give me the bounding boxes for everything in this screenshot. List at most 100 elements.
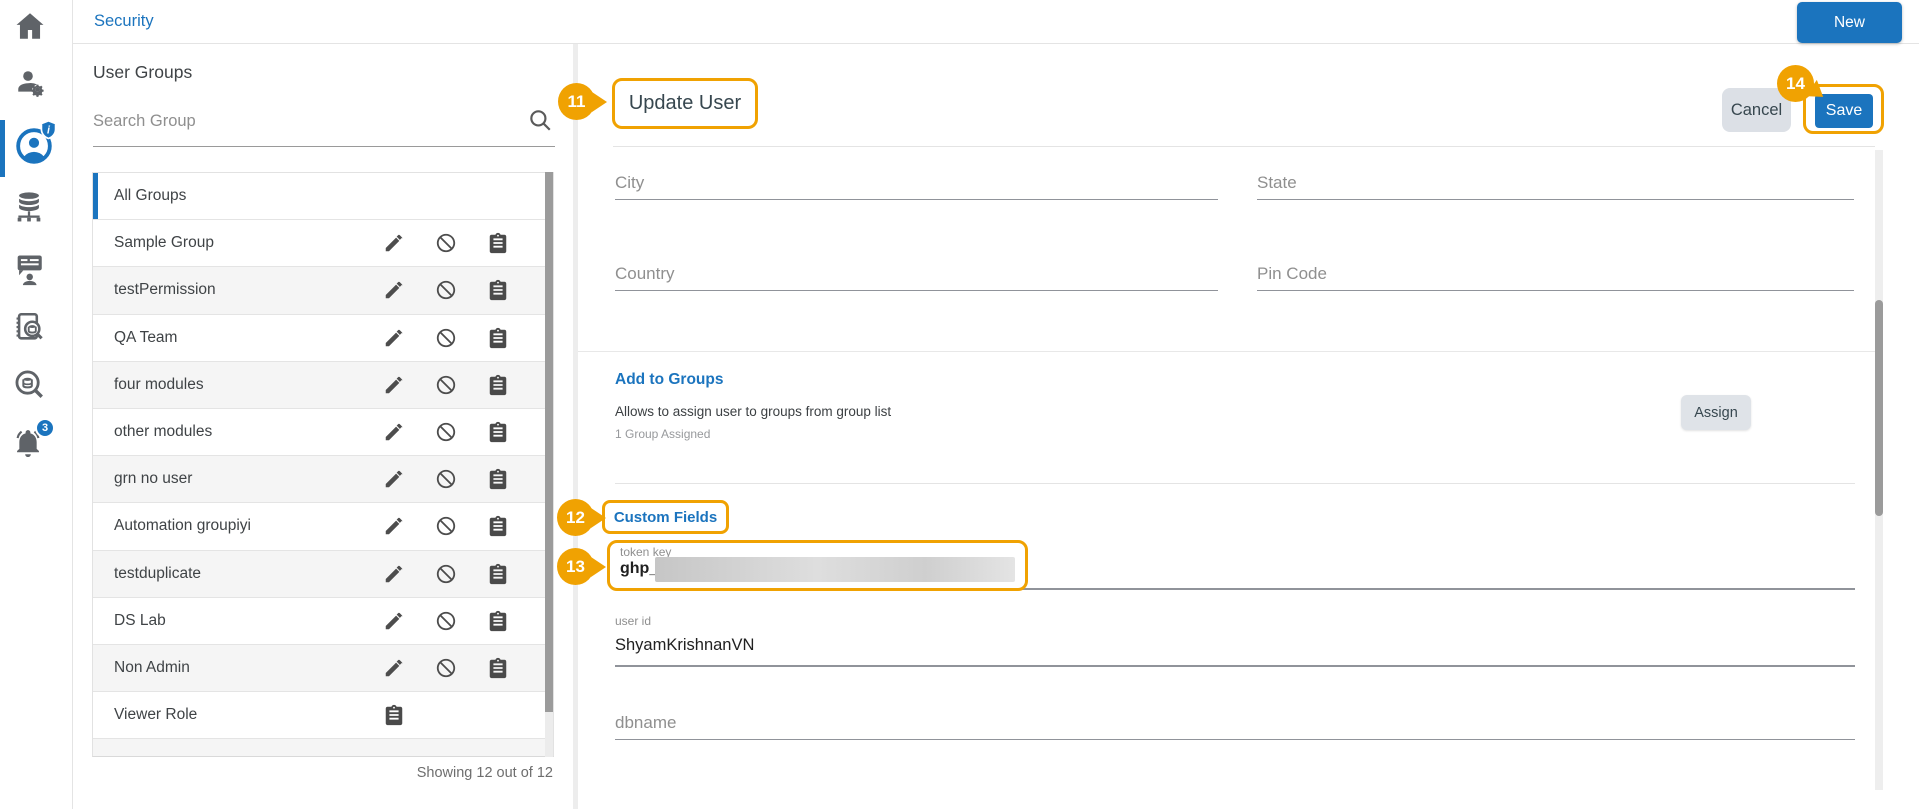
permissions-icon[interactable] <box>487 657 509 679</box>
permissions-icon[interactable] <box>487 468 509 490</box>
disable-icon[interactable] <box>435 610 457 632</box>
permissions-icon[interactable] <box>487 327 509 349</box>
security-icon[interactable]: i <box>14 119 57 166</box>
data-search-icon[interactable] <box>11 366 47 402</box>
group-name: testPermission <box>114 281 216 299</box>
assign-button[interactable]: Assign <box>1681 395 1751 430</box>
permissions-icon[interactable] <box>487 421 509 443</box>
group-row[interactable]: Sample Group <box>93 220 553 268</box>
add-to-groups-link[interactable]: Add to Groups <box>615 371 724 389</box>
home-icon[interactable] <box>12 8 48 44</box>
edit-icon[interactable] <box>383 610 405 632</box>
group-name: Sample Group <box>114 234 214 252</box>
edit-icon[interactable] <box>383 515 405 537</box>
permissions-icon[interactable] <box>487 515 509 537</box>
group-actions <box>383 409 509 455</box>
group-row[interactable]: DS Lab <box>93 597 553 645</box>
group-actions <box>383 503 509 549</box>
disable-icon[interactable] <box>435 563 457 585</box>
disable-icon[interactable] <box>435 421 457 443</box>
group-row[interactable]: testPermission <box>93 267 553 315</box>
permissions-icon[interactable] <box>383 704 405 726</box>
group-name: grn no user <box>114 470 193 488</box>
new-button[interactable]: New <box>1797 2 1902 43</box>
permissions-icon[interactable] <box>487 374 509 396</box>
user-id-value[interactable]: ShyamKrishnanVN <box>615 636 754 655</box>
disable-icon[interactable] <box>435 232 457 254</box>
group-row[interactable]: Viewer Role <box>93 692 553 740</box>
callout-12: 12 <box>557 499 606 536</box>
group-list: All Groups Sample Group testPermission QA… <box>92 172 554 757</box>
group-name: other modules <box>114 422 213 440</box>
search-group-input[interactable] <box>93 102 555 147</box>
form-title: Update User <box>628 92 742 114</box>
main-scrollbar-thumb[interactable] <box>1875 300 1883 516</box>
page-title: Security <box>94 12 154 30</box>
audit-log-icon[interactable] <box>11 309 47 345</box>
disable-icon[interactable] <box>435 279 457 301</box>
custom-fields-annotation-box: Custom Fields <box>602 500 729 534</box>
group-actions <box>383 267 509 313</box>
permissions-icon[interactable] <box>487 232 509 254</box>
group-actions <box>383 645 509 691</box>
edit-icon[interactable] <box>383 279 405 301</box>
group-name: All Groups <box>114 187 187 204</box>
custom-fields-link[interactable]: Custom Fields <box>614 509 717 526</box>
group-row[interactable]: other modules <box>93 408 553 457</box>
disable-icon[interactable] <box>435 515 457 537</box>
edit-icon[interactable] <box>383 232 405 254</box>
group-name: Viewer Role <box>114 706 198 724</box>
edit-icon[interactable] <box>383 374 405 396</box>
user-settings-icon[interactable] <box>13 66 47 100</box>
training-icon[interactable] <box>11 251 47 287</box>
callout-13: 13 <box>557 548 606 585</box>
group-name: Automation groupiyi <box>114 517 251 535</box>
groups-assigned-count: 1 Group Assigned <box>615 427 711 441</box>
edit-icon[interactable] <box>383 657 405 679</box>
disable-icon[interactable] <box>435 327 457 349</box>
group-row[interactable]: QA Team <box>93 314 553 362</box>
country-field[interactable] <box>615 261 1218 291</box>
search-icon[interactable] <box>527 107 553 133</box>
group-row[interactable]: testduplicate <box>93 550 553 598</box>
group-actions <box>383 551 509 597</box>
disable-icon[interactable] <box>435 657 457 679</box>
disable-icon[interactable] <box>435 468 457 490</box>
group-count-footer: Showing 12 out of 12 <box>416 765 553 781</box>
state-field[interactable] <box>1257 170 1854 200</box>
notifications-icon[interactable]: 3 <box>11 418 55 460</box>
notification-count-badge: 3 <box>35 418 55 438</box>
edit-icon[interactable] <box>383 468 405 490</box>
permissions-icon[interactable] <box>487 563 509 585</box>
section-divider <box>578 351 1875 352</box>
pincode-field[interactable] <box>1257 261 1854 291</box>
group-actions <box>383 315 509 361</box>
header-divider <box>613 146 1875 147</box>
app-window: i 3 Security New User Groups Search Grou… <box>0 0 1919 809</box>
permissions-icon[interactable] <box>487 610 509 632</box>
permissions-icon[interactable] <box>487 279 509 301</box>
active-indicator <box>0 120 5 177</box>
group-row[interactable]: Non Admin <box>93 644 553 693</box>
dbname-field[interactable] <box>615 710 1855 740</box>
token-key-annotation-box: token key ghp_ <box>607 540 1028 591</box>
edit-icon[interactable] <box>383 421 405 443</box>
group-name: DS Lab <box>114 611 166 629</box>
database-icon[interactable] <box>11 189 47 225</box>
group-row[interactable]: All Groups <box>93 173 553 221</box>
update-user-annotation-box: Update User <box>612 78 758 129</box>
group-actions <box>383 692 405 738</box>
token-key-value[interactable]: ghp_ <box>620 560 658 578</box>
group-list-scrollbar-thumb[interactable] <box>545 172 553 712</box>
group-row[interactable]: four modules <box>93 361 553 409</box>
group-actions <box>383 598 509 644</box>
city-field[interactable] <box>615 170 1218 200</box>
edit-icon[interactable] <box>383 327 405 349</box>
callout-11: 11 <box>558 83 607 120</box>
group-name: testduplicate <box>114 564 202 582</box>
disable-icon[interactable] <box>435 374 457 396</box>
group-row[interactable]: Automation groupiyi <box>93 503 553 551</box>
group-row[interactable]: grn no user <box>93 456 553 504</box>
edit-icon[interactable] <box>383 563 405 585</box>
group-actions <box>383 456 509 502</box>
